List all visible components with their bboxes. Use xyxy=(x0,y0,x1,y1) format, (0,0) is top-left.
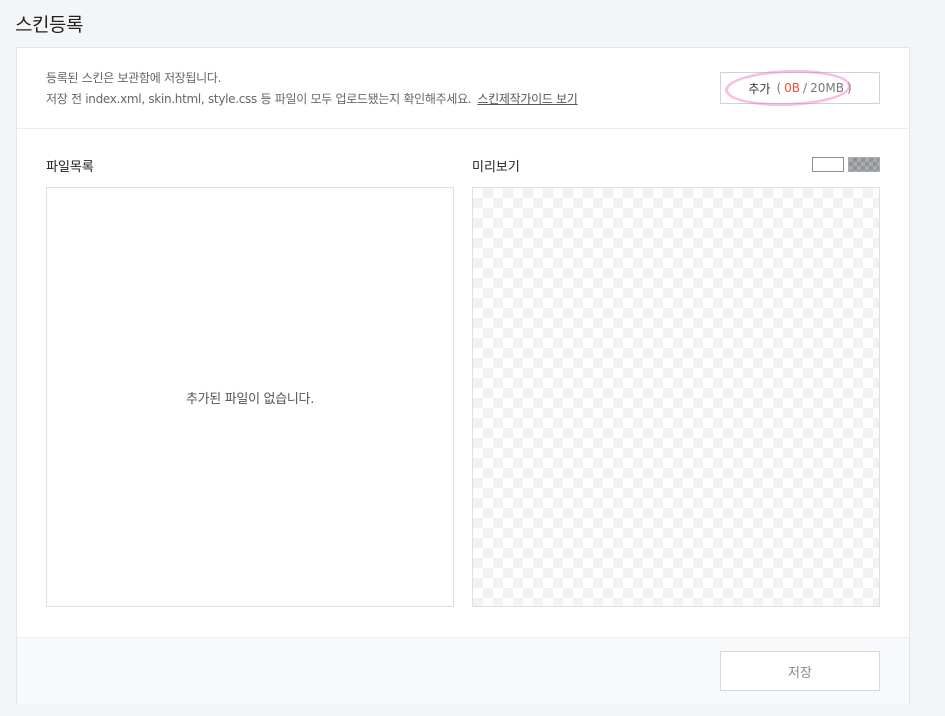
add-button-label: 추가 xyxy=(748,81,771,96)
info-bar: 등록된 스킨은 보관함에 저장됩니다. 저장 전 index.xml, skin… xyxy=(17,48,909,129)
close-paren: ) xyxy=(846,81,852,95)
file-list-empty-message: 추가된 파일이 없습니다. xyxy=(185,391,315,407)
open-paren: ( xyxy=(776,81,782,95)
size-separator: / xyxy=(803,81,808,95)
file-list-label: 파일목록 xyxy=(46,160,94,175)
preview-label: 미리보기 xyxy=(472,160,520,175)
preview-panel xyxy=(472,187,880,607)
add-file-button[interactable]: 추가 ( 0B / 20MB ) xyxy=(720,67,880,109)
footer-bar: 저장 xyxy=(17,637,909,704)
info-line-check: 저장 전 index.xml, skin.html, style.css 등 파… xyxy=(46,90,578,107)
file-list-panel: 추가된 파일이 없습니다. xyxy=(46,187,454,607)
size-limit: 20MB xyxy=(810,81,844,95)
page-title: 스킨등록 xyxy=(15,14,83,36)
save-button[interactable]: 저장 xyxy=(720,651,880,691)
skin-guide-link[interactable]: 스킨제작가이드 보기 xyxy=(477,92,577,106)
checker-background-toggle[interactable] xyxy=(848,157,880,172)
skin-register-card: 등록된 스킨은 보관함에 저장됩니다. 저장 전 index.xml, skin… xyxy=(16,47,910,704)
used-size: 0B xyxy=(784,81,801,95)
info-line-check-text: 저장 전 index.xml, skin.html, style.css 등 파… xyxy=(46,92,472,106)
white-background-toggle[interactable] xyxy=(812,157,844,172)
info-line-storage: 등록된 스킨은 보관함에 저장됩니다. xyxy=(46,71,222,85)
